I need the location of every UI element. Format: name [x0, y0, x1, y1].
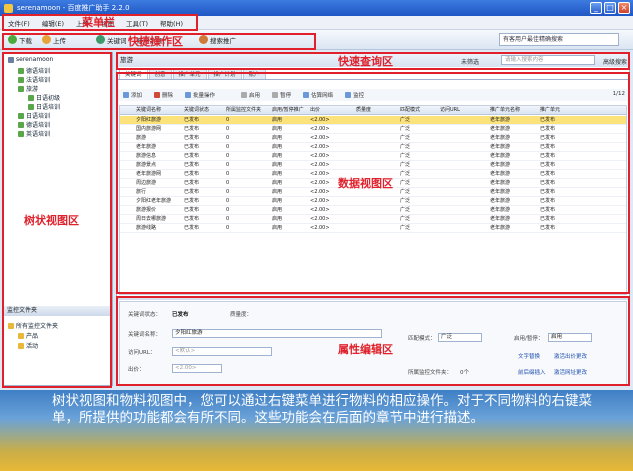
edit-annotation: 属性编辑区	[338, 343, 393, 356]
grid-annotation: 数据视图区	[338, 177, 393, 190]
toolbar-annotation: 快捷操作区	[128, 35, 183, 48]
window-title: serenamoon - 百度推广助手 2.2.0	[17, 4, 130, 12]
close-button[interactable]: ×	[618, 2, 630, 14]
account-combo[interactable]: 有客用户最佳精确搜索	[499, 33, 619, 46]
app-logo-icon	[4, 3, 13, 13]
minimize-button[interactable]: _	[590, 2, 602, 14]
menubar-annotation: 菜单栏	[82, 16, 115, 29]
maximize-button[interactable]: □	[604, 2, 616, 14]
window-controls: _ □ ×	[590, 2, 630, 14]
tree-annotation: 树状视图区	[24, 214, 79, 227]
app-window: serenamoon - 百度推广助手 2.2.0 _ □ × 文件(F) 编辑…	[0, 0, 633, 390]
caption-area: 树状视图和物料视图中，您可以通过右键菜单进行物料的相应操作。对于不同物料的右键菜…	[0, 390, 633, 471]
caption-text: 树状视图和物料视图中，您可以通过右键菜单进行物料的相应操作。对于不同物料的右键菜…	[52, 393, 592, 426]
search-annotation: 快速查询区	[338, 55, 393, 68]
